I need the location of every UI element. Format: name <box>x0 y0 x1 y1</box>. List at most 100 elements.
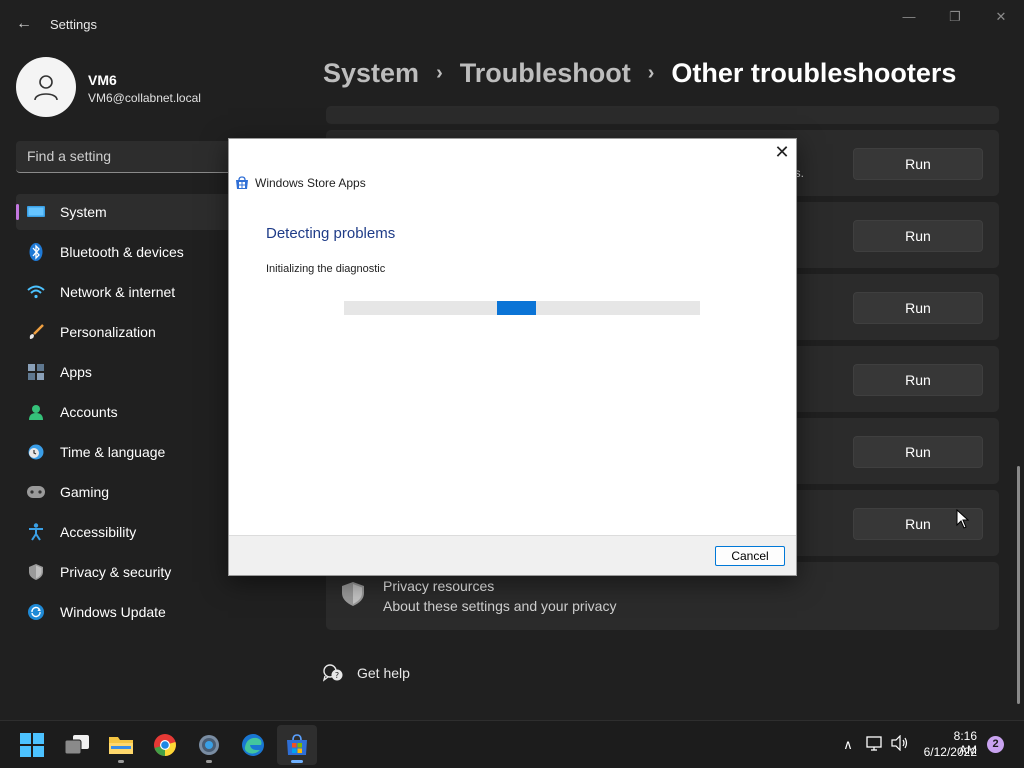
person-icon <box>26 402 46 422</box>
file-explorer-icon <box>109 737 133 754</box>
chrome-button[interactable] <box>145 725 185 765</box>
sidebar-item-bluetooth[interactable]: Bluetooth & devices <box>16 234 236 270</box>
update-icon <box>26 602 46 622</box>
sidebar-item-label: Personalization <box>60 324 156 340</box>
dialog-heading: Detecting problems <box>266 225 396 242</box>
start-icon <box>20 733 44 757</box>
sidebar-item-label: Network & internet <box>60 284 176 300</box>
sidebar-item-label: Gaming <box>60 484 110 500</box>
run-button[interactable]: Run <box>853 292 983 324</box>
profile-email: VM6@collabnet.local <box>88 91 201 105</box>
settings-button[interactable] <box>189 725 229 765</box>
file-explorer-button[interactable] <box>101 725 141 765</box>
dialog-title: Windows Store Apps <box>255 176 366 190</box>
store-button[interactable] <box>277 725 317 765</box>
apps-icon <box>26 362 46 382</box>
store-icon <box>235 176 249 190</box>
troubleshooter-dialog: ✕ Windows Store Apps Detecting problems … <box>228 138 797 576</box>
sidebar-item-label: Accessibility <box>60 524 137 540</box>
dialog-footer: Cancel <box>229 535 796 575</box>
running-indicator <box>206 760 212 763</box>
sidebar-item-label: System <box>60 204 107 220</box>
edge-icon <box>242 734 264 756</box>
shield-icon <box>342 582 364 611</box>
sidebar-item-label: Privacy & security <box>60 564 172 580</box>
mouse-cursor-icon <box>956 509 970 529</box>
avatar[interactable] <box>16 57 76 117</box>
close-button[interactable]: ✕ <box>978 6 1024 28</box>
store-icon <box>287 734 307 755</box>
progress-bar <box>344 301 700 315</box>
sidebar-item-network[interactable]: Network & internet <box>16 274 236 310</box>
profile-name: VM6 <box>88 72 117 88</box>
accessibility-icon <box>26 522 46 542</box>
app-title: Settings <box>50 17 97 32</box>
sidebar-item-gaming[interactable]: Gaming <box>16 474 236 510</box>
search-box <box>16 141 256 173</box>
sidebar-item-personalization[interactable]: Personalization <box>16 314 236 350</box>
edge-button[interactable] <box>233 725 273 765</box>
sidebar-item-accessibility[interactable]: Accessibility <box>16 514 236 550</box>
running-indicator <box>291 760 303 763</box>
sidebar-item-apps[interactable]: Apps <box>16 354 236 390</box>
privacy-resources-title: Privacy resources <box>383 578 495 594</box>
sidebar-item-system[interactable]: System <box>16 194 236 230</box>
chrome-icon <box>154 734 176 756</box>
get-help-link[interactable]: ? Get help <box>323 664 410 682</box>
sidebar-item-label: Time & language <box>60 444 166 460</box>
breadcrumb: System › Troubleshoot › Other troublesho… <box>323 58 956 89</box>
back-button[interactable]: ← <box>12 12 36 36</box>
maximize-button[interactable]: ❐ <box>932 6 978 28</box>
troubleshooter-card <box>326 106 999 124</box>
page-title: Other troubleshooters <box>671 58 957 88</box>
sidebar-item-label: Accounts <box>60 404 118 420</box>
sidebar-item-label: Bluetooth & devices <box>60 244 184 260</box>
controller-icon <box>26 482 46 502</box>
running-indicator <box>118 760 124 763</box>
sidebar-nav: System Bluetooth & devices Network & int… <box>16 194 236 634</box>
bluetooth-icon <box>26 242 46 262</box>
clock-globe-icon <box>26 442 46 462</box>
taskbar: ∧ <box>0 720 1024 768</box>
minimize-button[interactable]: — <box>886 6 932 28</box>
notification-badge[interactable]: 2 <box>987 736 1004 753</box>
sidebar-item-time-language[interactable]: Time & language <box>16 434 236 470</box>
network-icon[interactable] <box>865 735 885 755</box>
dialog-status: Initializing the diagnostic <box>266 263 386 275</box>
chevron-right-icon: › <box>436 62 443 84</box>
brush-icon <box>26 322 46 342</box>
sidebar-item-privacy[interactable]: Privacy & security <box>16 554 236 590</box>
scrollbar[interactable] <box>1017 466 1020 704</box>
help-chat-icon: ? <box>323 664 343 682</box>
start-button[interactable] <box>12 725 52 765</box>
sidebar-item-windows-update[interactable]: Windows Update <box>16 594 236 630</box>
task-view-button[interactable] <box>57 725 97 765</box>
wifi-icon <box>26 282 46 302</box>
title-bar: ← Settings — ❐ ✕ <box>0 0 1024 48</box>
svg-text:?: ? <box>335 671 339 680</box>
run-button[interactable]: Run <box>853 364 983 396</box>
sidebar-item-label: Windows Update <box>60 604 166 620</box>
cancel-button[interactable]: Cancel <box>715 546 785 566</box>
chevron-right-icon: › <box>647 62 655 84</box>
sidebar-item-label: Apps <box>60 364 92 380</box>
task-view-icon <box>64 735 89 755</box>
volume-icon[interactable] <box>890 734 910 755</box>
person-icon <box>34 75 58 101</box>
run-button[interactable]: Run <box>853 220 983 252</box>
progress-indicator <box>497 301 536 315</box>
search-input[interactable] <box>16 141 256 171</box>
run-button[interactable]: Run <box>853 148 983 180</box>
breadcrumb-system[interactable]: System <box>323 58 419 89</box>
get-help-label: Get help <box>357 665 410 681</box>
run-button[interactable]: Run <box>853 436 983 468</box>
sidebar-item-accounts[interactable]: Accounts <box>16 394 236 430</box>
tray-overflow-chevron-icon[interactable]: ∧ <box>838 735 858 755</box>
dialog-close-button[interactable]: ✕ <box>774 143 790 163</box>
breadcrumb-troubleshoot[interactable]: Troubleshoot <box>460 58 631 89</box>
system-icon <box>26 202 46 222</box>
settings-icon <box>199 735 219 755</box>
clock-date[interactable]: 6/12/2022 <box>921 745 977 759</box>
privacy-link[interactable]: About these settings and your privacy <box>383 598 616 614</box>
shield-icon <box>26 562 46 582</box>
